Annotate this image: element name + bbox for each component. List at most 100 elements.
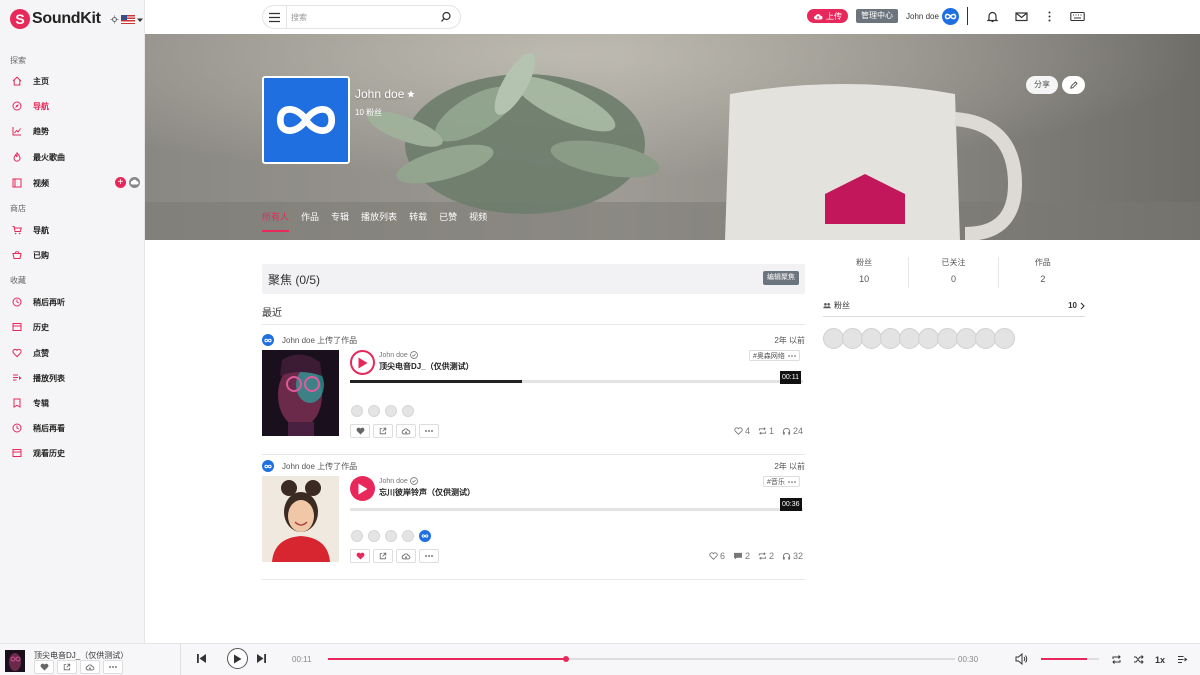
fan-avatar[interactable] bbox=[899, 328, 920, 349]
share-track-button[interactable] bbox=[373, 424, 393, 438]
liker-avatar[interactable] bbox=[351, 530, 363, 542]
liker-avatar[interactable] bbox=[402, 530, 414, 542]
share-button[interactable]: 分享 bbox=[1026, 76, 1058, 94]
seek-handle[interactable] bbox=[563, 656, 570, 662]
liker-avatar[interactable] bbox=[419, 530, 431, 542]
search-icon[interactable] bbox=[440, 11, 452, 23]
sidebar-item-watch-later[interactable]: 稍后再看 bbox=[12, 420, 140, 436]
sidebar-item-likes[interactable]: 点赞 bbox=[12, 345, 140, 361]
liker-avatar[interactable] bbox=[385, 530, 397, 542]
sidebar-item-shop-navigate[interactable]: 导航 bbox=[12, 222, 140, 238]
fan-avatar[interactable] bbox=[842, 328, 863, 349]
tab-reposts[interactable]: 转载 bbox=[409, 210, 427, 232]
repeat-icon[interactable] bbox=[1111, 654, 1122, 665]
reposts-stat[interactable]: 2 bbox=[758, 551, 774, 561]
fan-avatar[interactable] bbox=[823, 328, 844, 349]
language-selector[interactable] bbox=[110, 15, 143, 24]
more-button[interactable] bbox=[103, 660, 123, 674]
shuffle-icon[interactable] bbox=[1133, 654, 1144, 665]
tab-playlists[interactable]: 播放列表 bbox=[361, 210, 397, 232]
feed-user-avatar[interactable] bbox=[262, 460, 274, 472]
download-button[interactable] bbox=[396, 424, 416, 438]
fans-see-all[interactable]: 10 bbox=[1068, 301, 1085, 310]
liker-avatar[interactable] bbox=[368, 530, 380, 542]
tab-all[interactable]: 所有人 bbox=[262, 210, 290, 232]
more-button[interactable] bbox=[419, 424, 439, 438]
track-cover-1[interactable] bbox=[262, 350, 339, 436]
fan-avatar[interactable] bbox=[937, 328, 958, 349]
track-waveform[interactable] bbox=[350, 508, 803, 511]
fan-avatar[interactable] bbox=[918, 328, 939, 349]
player-cover[interactable] bbox=[5, 650, 25, 672]
sidebar-item-watch-history[interactable]: 观看历史 bbox=[12, 445, 140, 461]
stat-fans[interactable]: 粉丝 10 bbox=[820, 257, 908, 288]
stat-following[interactable]: 已关注 0 bbox=[908, 257, 997, 288]
keyboard-icon[interactable] bbox=[1070, 10, 1085, 23]
sidebar-item-purchased[interactable]: 已购 bbox=[12, 247, 140, 263]
liker-avatar[interactable] bbox=[368, 405, 380, 417]
sidebar-item-hot-songs[interactable]: 最火歌曲 bbox=[12, 149, 140, 165]
sidebar-item-albums[interactable]: 专辑 bbox=[12, 395, 140, 411]
sidebar-item-trending[interactable]: 趋势 bbox=[12, 123, 140, 139]
edit-profile-button[interactable] bbox=[1062, 76, 1085, 94]
play-button[interactable] bbox=[350, 350, 375, 375]
sidebar-item-playlists[interactable]: 播放列表 bbox=[12, 370, 140, 386]
admin-center-button[interactable]: 管理中心 bbox=[856, 9, 898, 23]
track-waveform[interactable] bbox=[350, 380, 803, 383]
feed-user-avatar[interactable] bbox=[262, 334, 274, 346]
track-artist[interactable]: John doe bbox=[379, 477, 418, 485]
user-menu[interactable]: John doe bbox=[906, 8, 959, 25]
sidebar-item-navigate[interactable]: 导航 bbox=[12, 98, 140, 114]
track-title[interactable]: 顶尖电音DJ_（仅供测试） bbox=[379, 361, 474, 372]
next-icon[interactable] bbox=[256, 653, 267, 664]
share-track-button[interactable] bbox=[57, 660, 77, 674]
fan-avatar[interactable] bbox=[861, 328, 882, 349]
share-track-button[interactable] bbox=[373, 549, 393, 563]
player-play-button[interactable] bbox=[227, 648, 248, 669]
download-button[interactable] bbox=[396, 549, 416, 563]
like-button[interactable] bbox=[350, 424, 370, 438]
play-button[interactable] bbox=[350, 476, 375, 501]
playback-rate-button[interactable]: 1x bbox=[1155, 655, 1165, 665]
likes-stat[interactable]: 4 bbox=[734, 426, 750, 436]
track-tag[interactable]: #奥森网络 bbox=[749, 350, 800, 361]
likes-stat[interactable]: 6 bbox=[709, 551, 725, 561]
queue-icon[interactable] bbox=[1177, 654, 1188, 665]
like-button[interactable] bbox=[350, 549, 370, 563]
upload-button[interactable]: 上传 bbox=[807, 9, 848, 23]
more-vertical-icon[interactable] bbox=[1043, 10, 1056, 23]
tab-albums[interactable]: 专辑 bbox=[331, 210, 349, 232]
liker-avatar[interactable] bbox=[351, 405, 363, 417]
sidebar-item-home[interactable]: 主页 bbox=[12, 73, 140, 89]
menu-icon[interactable] bbox=[268, 11, 281, 24]
track-cover-2[interactable] bbox=[262, 476, 339, 562]
tab-liked[interactable]: 已赞 bbox=[439, 210, 457, 232]
add-video-button[interactable]: + bbox=[115, 177, 126, 188]
previous-icon[interactable] bbox=[196, 653, 207, 664]
reposts-stat[interactable]: 1 bbox=[758, 426, 774, 436]
tab-works[interactable]: 作品 bbox=[301, 210, 319, 232]
logo[interactable]: S SoundKit bbox=[10, 9, 101, 29]
stat-works[interactable]: 作品 2 bbox=[997, 257, 1087, 288]
fan-avatar[interactable] bbox=[956, 328, 977, 349]
sidebar-item-history[interactable]: 历史 bbox=[12, 319, 140, 335]
download-button[interactable] bbox=[80, 660, 100, 674]
fan-avatar[interactable] bbox=[975, 328, 996, 349]
search-input[interactable] bbox=[291, 10, 431, 25]
mail-icon[interactable] bbox=[1015, 10, 1028, 23]
like-button[interactable] bbox=[34, 660, 54, 674]
profile-avatar[interactable] bbox=[262, 76, 350, 164]
player-seek-bar[interactable] bbox=[328, 656, 955, 662]
edit-spotlight-button[interactable]: 编辑聚焦 bbox=[763, 271, 799, 285]
track-title[interactable]: 忘川彼岸铃声（仅供测试） bbox=[379, 487, 475, 498]
fan-avatar[interactable] bbox=[994, 328, 1015, 349]
track-artist[interactable]: John doe bbox=[379, 351, 418, 359]
tab-videos[interactable]: 视频 bbox=[469, 210, 487, 232]
volume-icon[interactable] bbox=[1015, 653, 1028, 665]
more-button[interactable] bbox=[419, 549, 439, 563]
sidebar-item-listen-later[interactable]: 稍后再听 bbox=[12, 294, 140, 310]
comments-stat[interactable]: 2 bbox=[733, 551, 750, 561]
track-tag[interactable]: #音乐 bbox=[763, 476, 800, 487]
bell-icon[interactable] bbox=[986, 10, 999, 23]
upload-video-button[interactable] bbox=[129, 177, 140, 188]
